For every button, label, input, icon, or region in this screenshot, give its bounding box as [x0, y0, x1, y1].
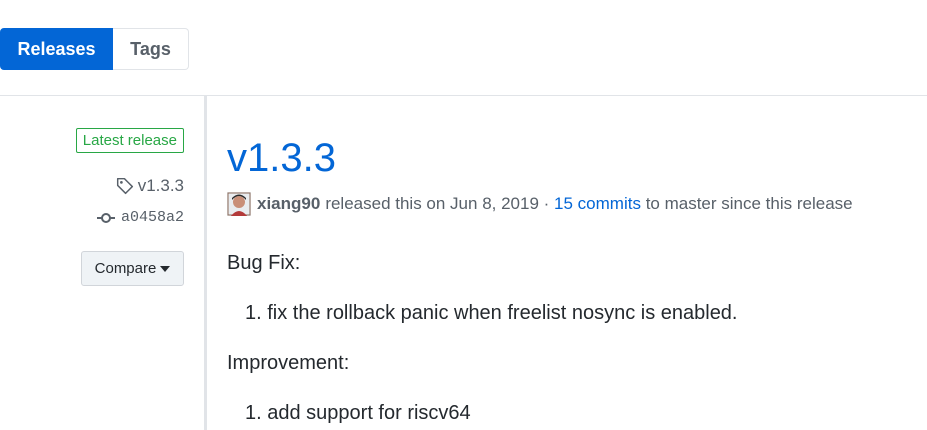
tag-icon [116, 177, 133, 195]
compare-label: Compare [94, 260, 157, 277]
release-meta: xiang90 released this on Jun 8, 2019 · 1… [227, 192, 853, 216]
release-tabs: Releases Tags [0, 28, 189, 70]
tag-label[interactable]: v1.3.3 [138, 176, 184, 196]
section-heading-improvement: Improvement: [227, 352, 350, 374]
since-text: to master since this release [645, 194, 853, 213]
released-text: released this on Jun 8, 2019 · [325, 194, 550, 213]
tab-tags[interactable]: Tags [113, 28, 189, 70]
git-commit-icon [96, 212, 115, 223]
sidebar-border [204, 96, 207, 430]
release-tag[interactable]: v1.3.3 [116, 176, 184, 196]
tab-releases[interactable]: Releases [0, 28, 113, 70]
release-commit[interactable]: a0458a2 [96, 209, 184, 226]
avatar[interactable] [227, 192, 251, 216]
commit-sha[interactable]: a0458a2 [121, 209, 184, 226]
caret-down-icon [160, 265, 171, 272]
release-title[interactable]: v1.3.3 [227, 135, 336, 181]
list-item-bugfix: 1. fix the rollback panic when freelist … [245, 302, 738, 324]
release-sidebar: Latest release v1.3.3 a0458a2 Compare [0, 96, 205, 430]
list-item-improvement: 1. add support for riscv64 [245, 402, 471, 424]
author-link[interactable]: xiang90 [257, 194, 320, 214]
latest-release-badge: Latest release [75, 128, 184, 153]
commits-link[interactable]: 15 commits [554, 194, 641, 214]
section-heading-bugfix: Bug Fix: [227, 252, 301, 274]
compare-button[interactable]: Compare [81, 251, 184, 286]
